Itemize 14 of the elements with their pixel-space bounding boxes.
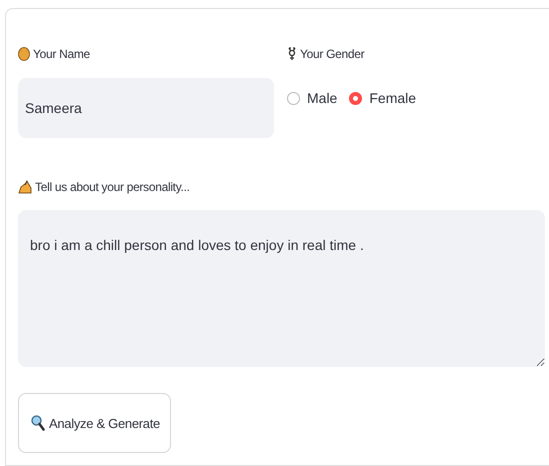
- writing-hand-icon: [18, 180, 32, 194]
- analyze-generate-button[interactable]: Analyze & Generate: [18, 393, 171, 453]
- personality-label: Tell us about your personality...: [35, 180, 190, 194]
- radio-button[interactable]: [287, 92, 300, 104]
- gender-symbol-icon: [287, 47, 297, 61]
- radio-label[interactable]: Male: [307, 90, 338, 106]
- gender-label: Your Gender: [300, 47, 364, 61]
- radio-button[interactable]: [349, 92, 362, 104]
- name-input-field[interactable]: Sameera: [18, 78, 274, 138]
- face-icon: [18, 47, 30, 61]
- name-label: Your Name: [33, 47, 90, 61]
- search-icon: [31, 415, 45, 431]
- personality-text-area[interactable]: bro i am a chill person and loves to enjoy in real time .: [18, 210, 545, 367]
- radio-label[interactable]: Female: [369, 90, 416, 106]
